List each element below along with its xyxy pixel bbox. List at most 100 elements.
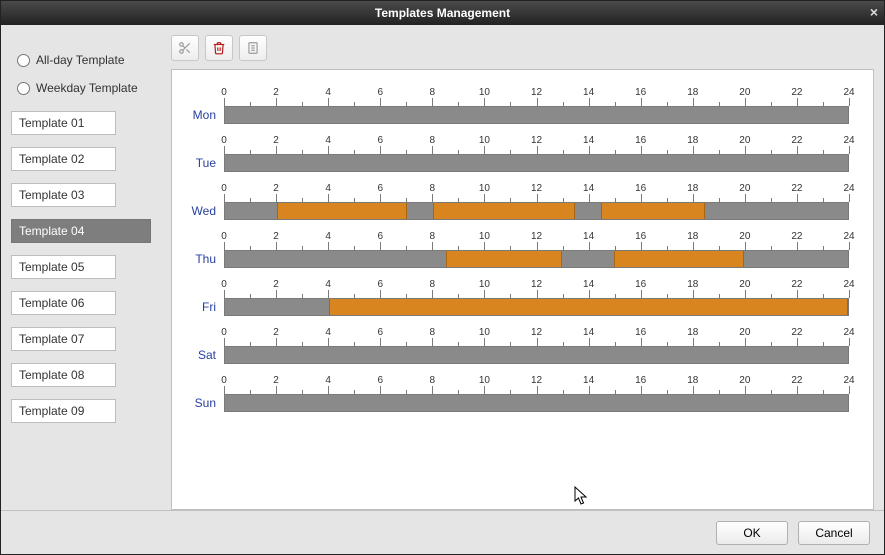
tick-label: 20 [739,135,750,146]
timeline-track[interactable] [224,106,849,124]
schedule-segment[interactable] [446,251,563,267]
tick-label: 20 [739,327,750,338]
schedule-segment[interactable] [433,203,576,219]
tick-label: 10 [479,87,490,98]
tick-label: 2 [273,375,279,386]
template-item[interactable]: Template 08 [11,363,116,387]
tick-label: 24 [843,87,854,98]
delete-button[interactable] [205,35,233,61]
timeline-ticks: 024681012141618202224 [224,136,849,154]
tick-label: 20 [739,183,750,194]
template-item[interactable]: Template 06 [11,291,116,315]
radio-allday-label: All-day Template [36,53,125,67]
tick-label: 0 [221,375,227,386]
template-item[interactable]: Template 01 [11,111,116,135]
tick-label: 16 [635,183,646,194]
footer: OK Cancel [1,510,884,554]
day-label: Sat [180,348,224,366]
tick-label: 2 [273,231,279,242]
timeline[interactable]: 024681012141618202224 [224,88,849,126]
radio-allday[interactable]: All-day Template [11,49,161,77]
timeline-track[interactable] [224,298,849,316]
tick-label: 2 [273,135,279,146]
tick-label: 0 [221,183,227,194]
tick-label: 4 [325,183,331,194]
tick-label: 20 [739,231,750,242]
main-panel: Mon024681012141618202224Tue0246810121416… [171,35,874,510]
radio-weekday[interactable]: Weekday Template [11,77,161,105]
timeline-ticks: 024681012141618202224 [224,280,849,298]
tick-label: 8 [430,327,436,338]
tick-label: 14 [583,231,594,242]
tick-label: 14 [583,279,594,290]
tick-label: 22 [791,135,802,146]
timeline[interactable]: 024681012141618202224 [224,328,849,366]
timeline[interactable]: 024681012141618202224 [224,280,849,318]
tick-label: 6 [377,183,383,194]
tick-label: 4 [325,135,331,146]
template-item[interactable]: Template 07 [11,327,116,351]
tick-label: 16 [635,231,646,242]
radio-allday-input[interactable] [17,54,30,67]
radio-weekday-input[interactable] [17,82,30,95]
day-row-sat: Sat024681012141618202224 [180,328,849,366]
tick-label: 0 [221,231,227,242]
timeline-track[interactable] [224,394,849,412]
tick-label: 8 [430,231,436,242]
cancel-button[interactable]: Cancel [798,521,870,545]
timeline-track[interactable] [224,202,849,220]
tick-label: 18 [687,87,698,98]
timeline-track[interactable] [224,346,849,364]
template-item[interactable]: Template 05 [11,255,116,279]
templates-management-window: Templates Management × All-day Template … [0,0,885,555]
template-item[interactable]: Template 09 [11,399,116,423]
tick-label: 2 [273,183,279,194]
schedule-segment[interactable] [277,203,407,219]
tick-label: 6 [377,231,383,242]
timeline[interactable]: 024681012141618202224 [224,184,849,222]
timeline-ticks: 024681012141618202224 [224,184,849,202]
body: All-day Template Weekday Template Templa… [1,25,884,510]
timeline[interactable]: 024681012141618202224 [224,136,849,174]
tick-label: 22 [791,183,802,194]
tick-label: 0 [221,135,227,146]
tick-label: 6 [377,279,383,290]
ok-button[interactable]: OK [716,521,788,545]
tick-label: 0 [221,327,227,338]
schedule-segment[interactable] [601,203,705,219]
tick-label: 18 [687,183,698,194]
day-row-fri: Fri024681012141618202224 [180,280,849,318]
tick-label: 10 [479,327,490,338]
tick-label: 4 [325,87,331,98]
tick-label: 8 [430,375,436,386]
tick-label: 4 [325,327,331,338]
close-icon[interactable]: × [870,1,878,25]
day-row-sun: Sun024681012141618202224 [180,376,849,414]
titlebar: Templates Management × [1,1,884,25]
tick-label: 16 [635,279,646,290]
tick-label: 12 [531,327,542,338]
tick-label: 12 [531,279,542,290]
schedule-segment[interactable] [614,251,744,267]
timeline-track[interactable] [224,154,849,172]
tick-label: 8 [430,87,436,98]
tick-label: 4 [325,231,331,242]
timeline[interactable]: 024681012141618202224 [224,376,849,414]
day-label: Thu [180,252,224,270]
tick-label: 18 [687,327,698,338]
tick-label: 20 [739,279,750,290]
tick-label: 10 [479,135,490,146]
tick-label: 12 [531,135,542,146]
tick-label: 14 [583,327,594,338]
scissors-button [171,35,199,61]
tick-label: 2 [273,279,279,290]
tick-label: 2 [273,327,279,338]
template-item[interactable]: Template 02 [11,147,116,171]
template-item[interactable]: Template 04 [11,219,151,243]
tick-label: 8 [430,135,436,146]
timeline[interactable]: 024681012141618202224 [224,232,849,270]
schedule-segment[interactable] [329,299,848,315]
timeline-track[interactable] [224,250,849,268]
tick-label: 10 [479,279,490,290]
template-item[interactable]: Template 03 [11,183,116,207]
